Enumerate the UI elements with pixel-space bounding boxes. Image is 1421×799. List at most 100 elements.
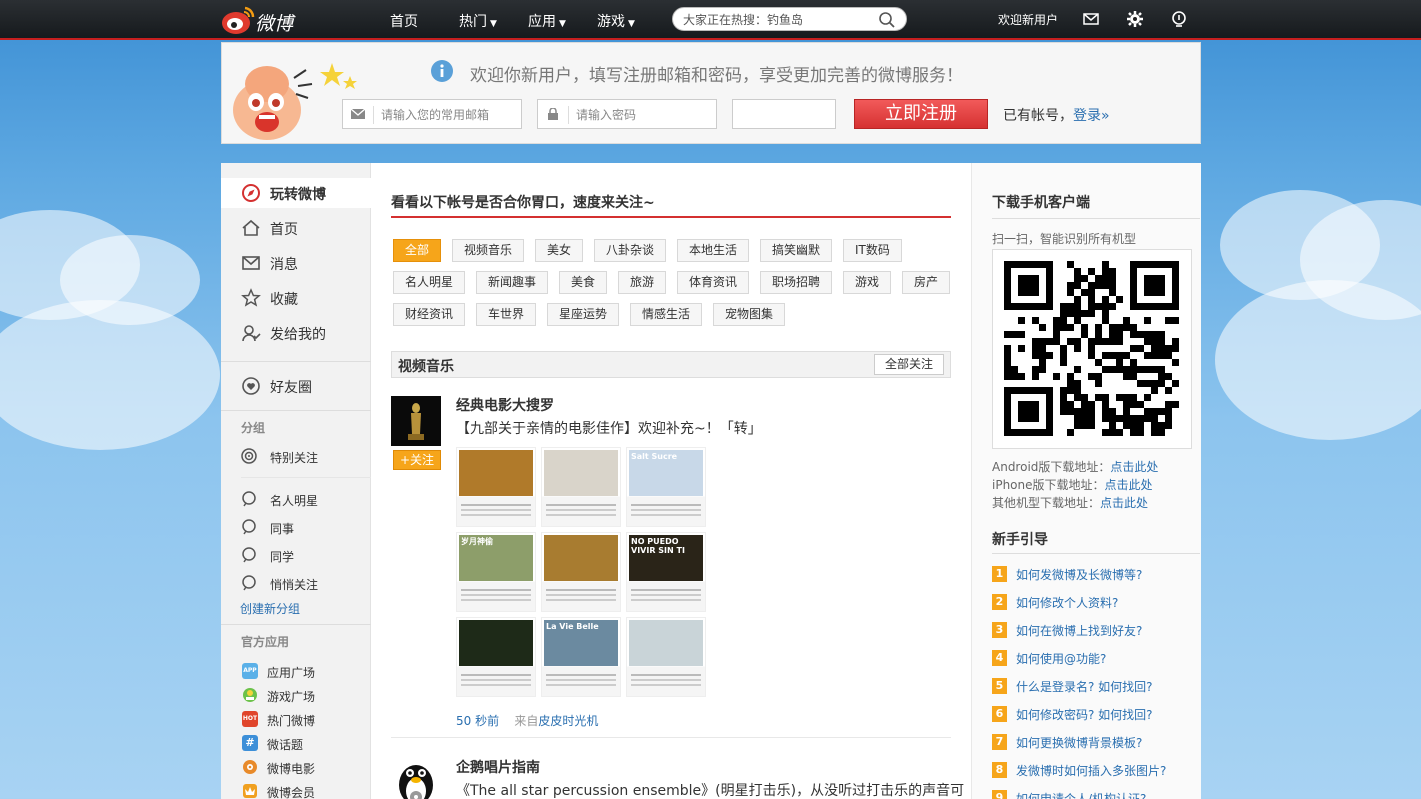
poster-caption-lines [461, 589, 531, 591]
sidebar-item-favorites[interactable]: 收藏 [221, 283, 371, 313]
feed-image-thumbnail[interactable]: NO PUEDO VIVIR SIN TI [626, 532, 706, 612]
other-download-link[interactable]: 点击此处 [1100, 496, 1148, 510]
nav-apps[interactable]: 应用 ▼ [528, 11, 566, 31]
guide-link[interactable]: 如何修改密码? 如何找回? [1016, 706, 1153, 723]
guide-link[interactable]: 发微博时如何插入多张图片? [1016, 762, 1166, 779]
category-tag[interactable]: 情感生活 [630, 303, 703, 326]
category-tag[interactable]: 宠物图集 [713, 303, 786, 326]
guide-item[interactable]: 3 如何在微博上找到好友? [992, 621, 1192, 639]
weibo-logo[interactable]: 微博 [221, 4, 311, 36]
password-input[interactable] [576, 106, 711, 124]
app-item-label: 微博电影 [267, 762, 316, 776]
title-underline [391, 216, 951, 218]
sidebar-item-sent-to-me[interactable]: 发给我的 [221, 318, 371, 348]
feed-image-thumbnail[interactable]: Salt Sucre [626, 447, 706, 527]
category-tag[interactable]: IT数码 [843, 239, 902, 262]
feed-author-name[interactable]: 企鹅唱片指南 [456, 757, 540, 777]
feed-image-thumbnail[interactable] [541, 447, 621, 527]
feed-image-thumbnail[interactable]: 岁月神偷 [456, 532, 536, 612]
guide-item[interactable]: 1 如何发微博及长微博等? [992, 565, 1192, 583]
group-item-special[interactable]: 特别关注 [221, 445, 371, 469]
guide-item[interactable]: 4 如何使用@功能? [992, 649, 1192, 667]
guide-link[interactable]: 如何发微博及长微博等? [1016, 566, 1142, 583]
login-link[interactable]: 登录» [1073, 105, 1110, 125]
guide-item[interactable]: 6 如何修改密码? 如何找回? [992, 705, 1192, 723]
category-tag[interactable]: 八卦杂谈 [594, 239, 667, 262]
category-tag[interactable]: 视频音乐 [452, 239, 525, 262]
sidebar-item-explore[interactable]: 玩转微博 [221, 178, 371, 208]
iphone-download-link[interactable]: 点击此处 [1105, 478, 1153, 492]
guide-link[interactable]: 什么是登录名? 如何找回? [1016, 678, 1153, 695]
download-title: 下载手机客户端 [992, 195, 1090, 211]
category-tag[interactable]: 旅游 [618, 271, 667, 294]
feed-image-thumbnail[interactable] [456, 617, 536, 697]
guide-link[interactable]: 如何修改个人资料? [1016, 594, 1118, 611]
sidebar-item-friends-circle[interactable]: 好友圈 [221, 371, 371, 401]
category-tag[interactable]: 游戏 [843, 271, 892, 294]
group-item-label: 悄悄关注 [270, 578, 319, 592]
nav-hot[interactable]: 热门 ▼ [459, 11, 497, 31]
group-item-colleagues[interactable]: 同事 [221, 516, 371, 540]
category-tag[interactable]: 本地生活 [677, 239, 750, 262]
category-tag[interactable]: 财经资讯 [393, 303, 466, 326]
category-tag[interactable]: 星座运势 [547, 303, 620, 326]
android-download-link[interactable]: 点击此处 [1110, 460, 1158, 474]
category-tag[interactable]: 搞笑幽默 [760, 239, 833, 262]
feed-time[interactable]: 50 秒前 [456, 714, 499, 728]
guide-item[interactable]: 5 什么是登录名? 如何找回? [992, 677, 1192, 695]
feed-source-link[interactable]: 皮皮时光机 [538, 714, 598, 728]
feed-avatar[interactable] [391, 757, 441, 799]
guide-item[interactable]: 2 如何修改个人资料? [992, 593, 1192, 611]
group-item-celebrities[interactable]: 名人明星 [221, 488, 371, 512]
follow-button[interactable]: +关注 [393, 450, 441, 470]
guide-link[interactable]: 如何在微博上找到好友? [1016, 622, 1142, 639]
search-icon[interactable] [878, 11, 896, 29]
app-item-topics[interactable]: # 微话题 [221, 732, 371, 754]
nav-home[interactable]: 首页 [390, 11, 418, 31]
create-group-link[interactable]: 创建新分组 [240, 600, 300, 617]
guide-link[interactable]: 如何使用@功能? [1016, 650, 1106, 667]
gear-icon[interactable] [1126, 10, 1144, 28]
sidebar-item-home[interactable]: 首页 [221, 213, 371, 243]
register-button[interactable]: 立即注册 [854, 99, 988, 129]
crown-icon[interactable] [1170, 10, 1188, 28]
mail-icon[interactable] [1082, 10, 1100, 28]
feed-image-thumbnail[interactable] [626, 617, 706, 697]
category-tag[interactable]: 新闻趣事 [476, 271, 549, 294]
search-input[interactable] [683, 11, 873, 28]
feed-image-thumbnail[interactable] [541, 532, 621, 612]
app-item-game-square[interactable]: 游戏广场 [221, 684, 371, 706]
guide-link[interactable]: 如何申请个人/机构认证? [1016, 790, 1146, 799]
guide-item[interactable]: 7 如何更换微博背景模板? [992, 733, 1192, 751]
captcha-input[interactable] [739, 106, 829, 124]
category-tag[interactable]: 名人明星 [393, 271, 466, 294]
feed-avatar[interactable] [391, 396, 441, 446]
feed-author-name[interactable]: 经典电影大搜罗 [456, 395, 554, 415]
lock-icon [548, 108, 558, 120]
category-tag[interactable]: 美女 [535, 239, 584, 262]
category-tag[interactable]: 职场招聘 [760, 271, 833, 294]
follow-all-button[interactable]: 全部关注 [873, 354, 944, 375]
welcome-new-user[interactable]: 欢迎新用户 [998, 11, 1058, 28]
category-tag[interactable]: 全部 [393, 239, 442, 262]
group-item-classmates[interactable]: 同学 [221, 544, 371, 568]
guide-link[interactable]: 如何更换微博背景模板? [1016, 734, 1142, 751]
category-tag[interactable]: 车世界 [476, 303, 537, 326]
sidebar-item-messages[interactable]: 消息 [221, 248, 371, 278]
app-item-app-square[interactable]: APP 应用广场 [221, 660, 371, 682]
guide-item[interactable]: 9 如何申请个人/机构认证? [992, 789, 1192, 799]
nav-games[interactable]: 游戏 ▼ [597, 11, 635, 31]
app-item-member[interactable]: 微博会员 [221, 780, 371, 799]
feed-image-thumbnail[interactable]: La Vie Belle [541, 617, 621, 697]
qr-code[interactable] [992, 249, 1192, 449]
app-item-film[interactable]: 微博电影 [221, 756, 371, 778]
category-tag[interactable]: 体育资讯 [677, 271, 750, 294]
group-item-secret[interactable]: 悄悄关注 [221, 572, 371, 596]
mascot-illustration [233, 63, 357, 140]
category-tag[interactable]: 房产 [902, 271, 951, 294]
email-input[interactable] [381, 106, 516, 124]
feed-image-thumbnail[interactable] [456, 447, 536, 527]
guide-item[interactable]: 8 发微博时如何插入多张图片? [992, 761, 1192, 779]
app-item-hot-weibo[interactable]: HOT 热门微博 [221, 708, 371, 730]
category-tag[interactable]: 美食 [559, 271, 608, 294]
